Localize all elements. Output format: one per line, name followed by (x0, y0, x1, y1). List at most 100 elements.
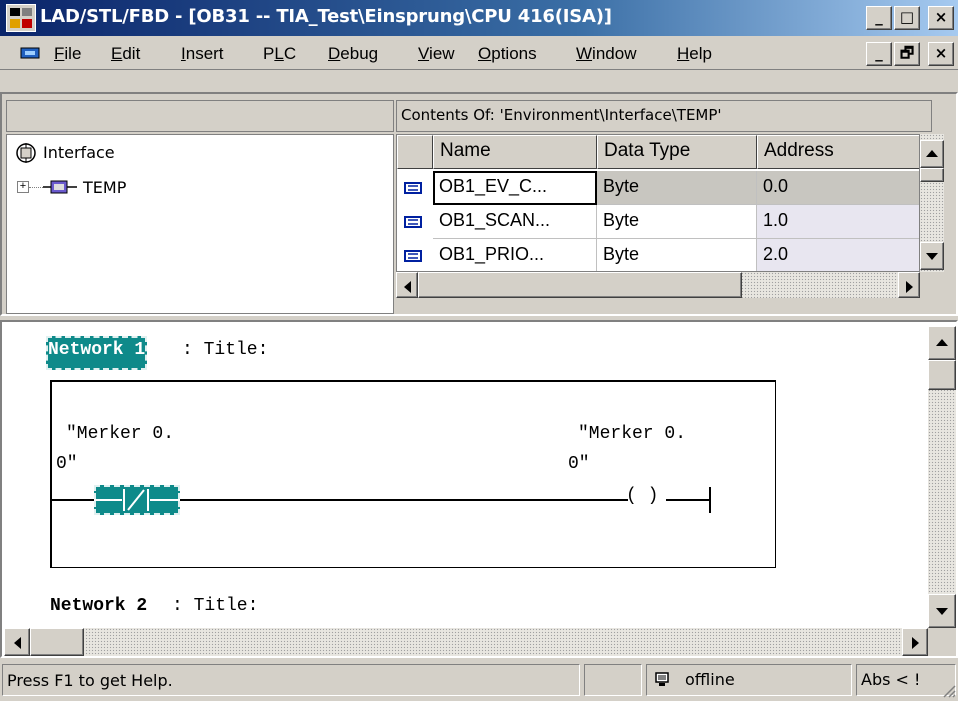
cell-data-type[interactable]: Byte (597, 205, 757, 239)
coil-operand-line1[interactable]: "Merker 0. (578, 424, 686, 444)
variable-icon (404, 250, 422, 262)
arrow-down-icon (926, 253, 938, 260)
nc-contact-icon (94, 489, 180, 511)
tree-header (6, 100, 394, 132)
title-bar[interactable]: LAD/STL/FBD - [OB31 -- TIA_Test\Einsprun… (0, 0, 958, 36)
arrow-left-icon (403, 281, 411, 293)
variables-table[interactable]: Name Data Type Address OB1_EV_C... Byte … (396, 134, 920, 272)
status-panel-empty (584, 664, 642, 696)
close-button[interactable]: × (928, 6, 954, 30)
temp-block-icon (43, 180, 77, 194)
network-1-title[interactable]: : Title: (182, 340, 268, 360)
status-mode: offline (685, 670, 735, 689)
scroll-thumb[interactable] (920, 168, 944, 182)
editor-vertical-scrollbar[interactable] (928, 326, 956, 628)
menu-insert[interactable]: Insert (181, 42, 224, 66)
tree-expander[interactable]: + (17, 181, 29, 193)
cell-address[interactable]: 0.0 (757, 171, 919, 205)
coil-symbol[interactable]: ( ) (626, 486, 658, 506)
maximize-icon: □ (899, 8, 915, 26)
rung-line-left (52, 499, 94, 501)
cell-address[interactable]: 2.0 (757, 239, 919, 271)
contents-header: Contents Of: 'Environment\Interface\TEMP… (396, 100, 932, 132)
scroll-up-button[interactable] (928, 326, 956, 360)
scroll-thumb[interactable] (928, 360, 956, 390)
column-header-name[interactable]: Name (433, 135, 597, 169)
coil-operand-line2[interactable]: 0" (568, 454, 590, 474)
arrow-up-icon (936, 339, 948, 346)
editor-horizontal-scrollbar[interactable] (4, 628, 928, 656)
doc-restore-button[interactable]: 🗗 (894, 42, 920, 66)
tree-root-label[interactable]: Interface (43, 143, 115, 162)
contact-operand-line2[interactable]: 0" (56, 454, 78, 474)
maximize-button[interactable]: □ (894, 6, 920, 30)
menu-view[interactable]: View (418, 42, 455, 66)
menu-debug[interactable]: Debug (328, 42, 378, 66)
arrow-right-icon (911, 637, 919, 649)
table-horizontal-scrollbar[interactable] (396, 272, 920, 298)
plus-icon: + (19, 180, 27, 192)
menu-options[interactable]: Options (478, 42, 537, 66)
interface-tree[interactable]: Interface + TEMP (6, 134, 394, 314)
menu-edit[interactable]: Edit (111, 42, 140, 66)
column-header-data-type[interactable]: Data Type (597, 135, 757, 169)
cell-name[interactable]: OB1_SCAN... (433, 205, 597, 239)
variable-icon (404, 216, 422, 228)
tree-connector (29, 187, 43, 188)
menu-bar: File Edit Insert PLC Debug View Options … (0, 36, 958, 70)
rung-line-right (666, 499, 710, 501)
scroll-up-button[interactable] (920, 140, 944, 168)
close-icon: × (934, 44, 948, 62)
cell-data-type[interactable]: Byte (597, 239, 757, 271)
scroll-left-button[interactable] (4, 628, 30, 656)
table-vertical-scrollbar[interactable] (920, 134, 944, 272)
minimize-icon: _ (875, 8, 883, 26)
table-row[interactable]: OB1_EV_C... Byte 0.0 (397, 171, 919, 205)
table-row[interactable]: OB1_SCAN... Byte 1.0 (397, 205, 919, 239)
close-icon: × (934, 8, 948, 26)
column-header-address[interactable]: Address (757, 135, 919, 169)
right-power-rail (709, 487, 711, 513)
scroll-down-button[interactable] (928, 594, 956, 628)
contact-operand-line1[interactable]: "Merker 0. (66, 424, 174, 444)
doc-close-button[interactable]: × (928, 42, 954, 66)
status-bar: Press F1 to get Help. offline Abs < ! (0, 658, 958, 701)
rung-line-middle (180, 499, 628, 501)
menu-help[interactable]: Help (677, 42, 712, 66)
tree-item-temp[interactable]: TEMP (83, 178, 126, 197)
scroll-left-button[interactable] (396, 272, 418, 298)
menu-window[interactable]: Window (576, 42, 636, 66)
scroll-thumb[interactable] (418, 272, 742, 298)
scroll-thumb[interactable] (30, 628, 84, 656)
cell-name[interactable]: OB1_PRIO... (433, 239, 597, 271)
scroll-down-button[interactable] (920, 242, 944, 270)
network-1-box (50, 380, 776, 568)
scroll-right-button[interactable] (898, 272, 920, 298)
cell-address[interactable]: 1.0 (757, 205, 919, 239)
arrow-right-icon (905, 281, 913, 293)
pc-connection-icon (655, 672, 669, 686)
normally-closed-contact[interactable] (94, 485, 180, 515)
minimize-button[interactable]: _ (866, 6, 892, 30)
lad-app-icon[interactable] (6, 4, 36, 32)
network-2-title[interactable]: : Title: (172, 596, 258, 616)
cell-name[interactable]: OB1_EV_C... (433, 171, 597, 205)
interface-icon (16, 143, 36, 163)
scroll-right-button[interactable] (902, 628, 928, 656)
doc-minimize-button[interactable]: _ (866, 42, 892, 66)
menu-file[interactable]: File (54, 42, 81, 66)
network-2-label[interactable]: Network 2 (50, 596, 147, 616)
resize-grip-icon[interactable] (940, 682, 956, 698)
network-1-label[interactable]: Network 1 (46, 336, 148, 370)
table-row[interactable]: OB1_PRIO... Byte 2.0 (397, 239, 919, 271)
status-help-text: Press F1 to get Help. (2, 664, 580, 696)
variable-icon (404, 182, 422, 194)
menu-plc[interactable]: PLC (263, 42, 296, 66)
minimize-icon: _ (875, 44, 883, 62)
document-icon[interactable] (20, 45, 40, 61)
cell-data-type[interactable]: Byte (597, 171, 757, 205)
window-title: LAD/STL/FBD - [OB31 -- TIA_Test\Einsprun… (40, 6, 612, 27)
arrow-left-icon (13, 637, 21, 649)
restore-icon: 🗗 (899, 44, 915, 62)
arrow-down-icon (936, 608, 948, 615)
